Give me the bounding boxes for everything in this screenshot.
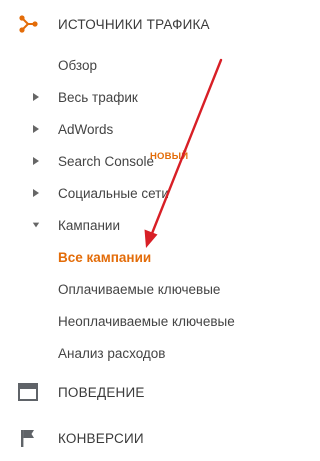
nav-item-overview-label: Обзор (58, 57, 97, 73)
section-conversions[interactable]: КОНВЕРСИИ (0, 418, 248, 458)
section-behavior-label: ПОВЕДЕНИЕ (58, 384, 145, 400)
nav-item-cost-analysis-label: Анализ расходов (58, 345, 166, 361)
section-traffic-sources-label: ИСТОЧНИКИ ТРАФИКА (58, 16, 210, 32)
nav-item-adwords-label: AdWords (58, 121, 114, 137)
traffic-sources-icon (18, 14, 38, 34)
nav-item-all-traffic-label: Весь трафик (58, 89, 138, 105)
sidebar: ИСТОЧНИКИ ТРАФИКА Обзор Весь трафик AdWo… (0, 0, 248, 461)
caret-right-icon[interactable] (32, 188, 40, 198)
nav-item-cost-analysis[interactable]: Анализ расходов (0, 339, 248, 367)
caret-right-icon[interactable] (32, 92, 40, 102)
nav-item-paid-keywords[interactable]: Оплачиваемые ключевые (0, 275, 248, 303)
nav-item-search-console-label: Search Console (58, 153, 155, 169)
caret-right-icon[interactable] (32, 156, 40, 166)
nav-item-organic-keywords[interactable]: Неоплачиваемые ключевые (0, 307, 248, 335)
new-badge: НОВЫЙ (150, 151, 189, 162)
section-traffic-sources[interactable]: ИСТОЧНИКИ ТРАФИКА (0, 4, 248, 44)
nav-item-paid-keywords-label: Оплачиваемые ключевые (58, 281, 221, 297)
nav-item-campaigns-label: Кампании (58, 217, 121, 233)
nav-item-campaigns[interactable]: Кампании (0, 211, 248, 239)
nav-item-social[interactable]: Социальные сети (0, 179, 248, 207)
nav-item-all-traffic[interactable]: Весь трафик (0, 83, 248, 111)
section-behavior[interactable]: ПОВЕДЕНИЕ (0, 372, 248, 412)
nav-item-social-label: Социальные сети (58, 185, 169, 201)
nav-item-all-campaigns[interactable]: Все кампании (0, 243, 248, 271)
behavior-icon (18, 382, 38, 402)
nav-item-adwords[interactable]: AdWords (0, 115, 248, 143)
flag-icon (18, 428, 38, 448)
section-conversions-label: КОНВЕРСИИ (58, 430, 144, 446)
nav-item-organic-keywords-label: Неоплачиваемые ключевые (58, 313, 235, 329)
caret-down-icon[interactable] (32, 220, 40, 230)
nav-item-overview[interactable]: Обзор (0, 51, 248, 79)
caret-right-icon[interactable] (32, 124, 40, 134)
nav-item-search-console[interactable]: Search Console (0, 147, 248, 175)
nav-item-all-campaigns-label: Все кампании (58, 249, 152, 265)
